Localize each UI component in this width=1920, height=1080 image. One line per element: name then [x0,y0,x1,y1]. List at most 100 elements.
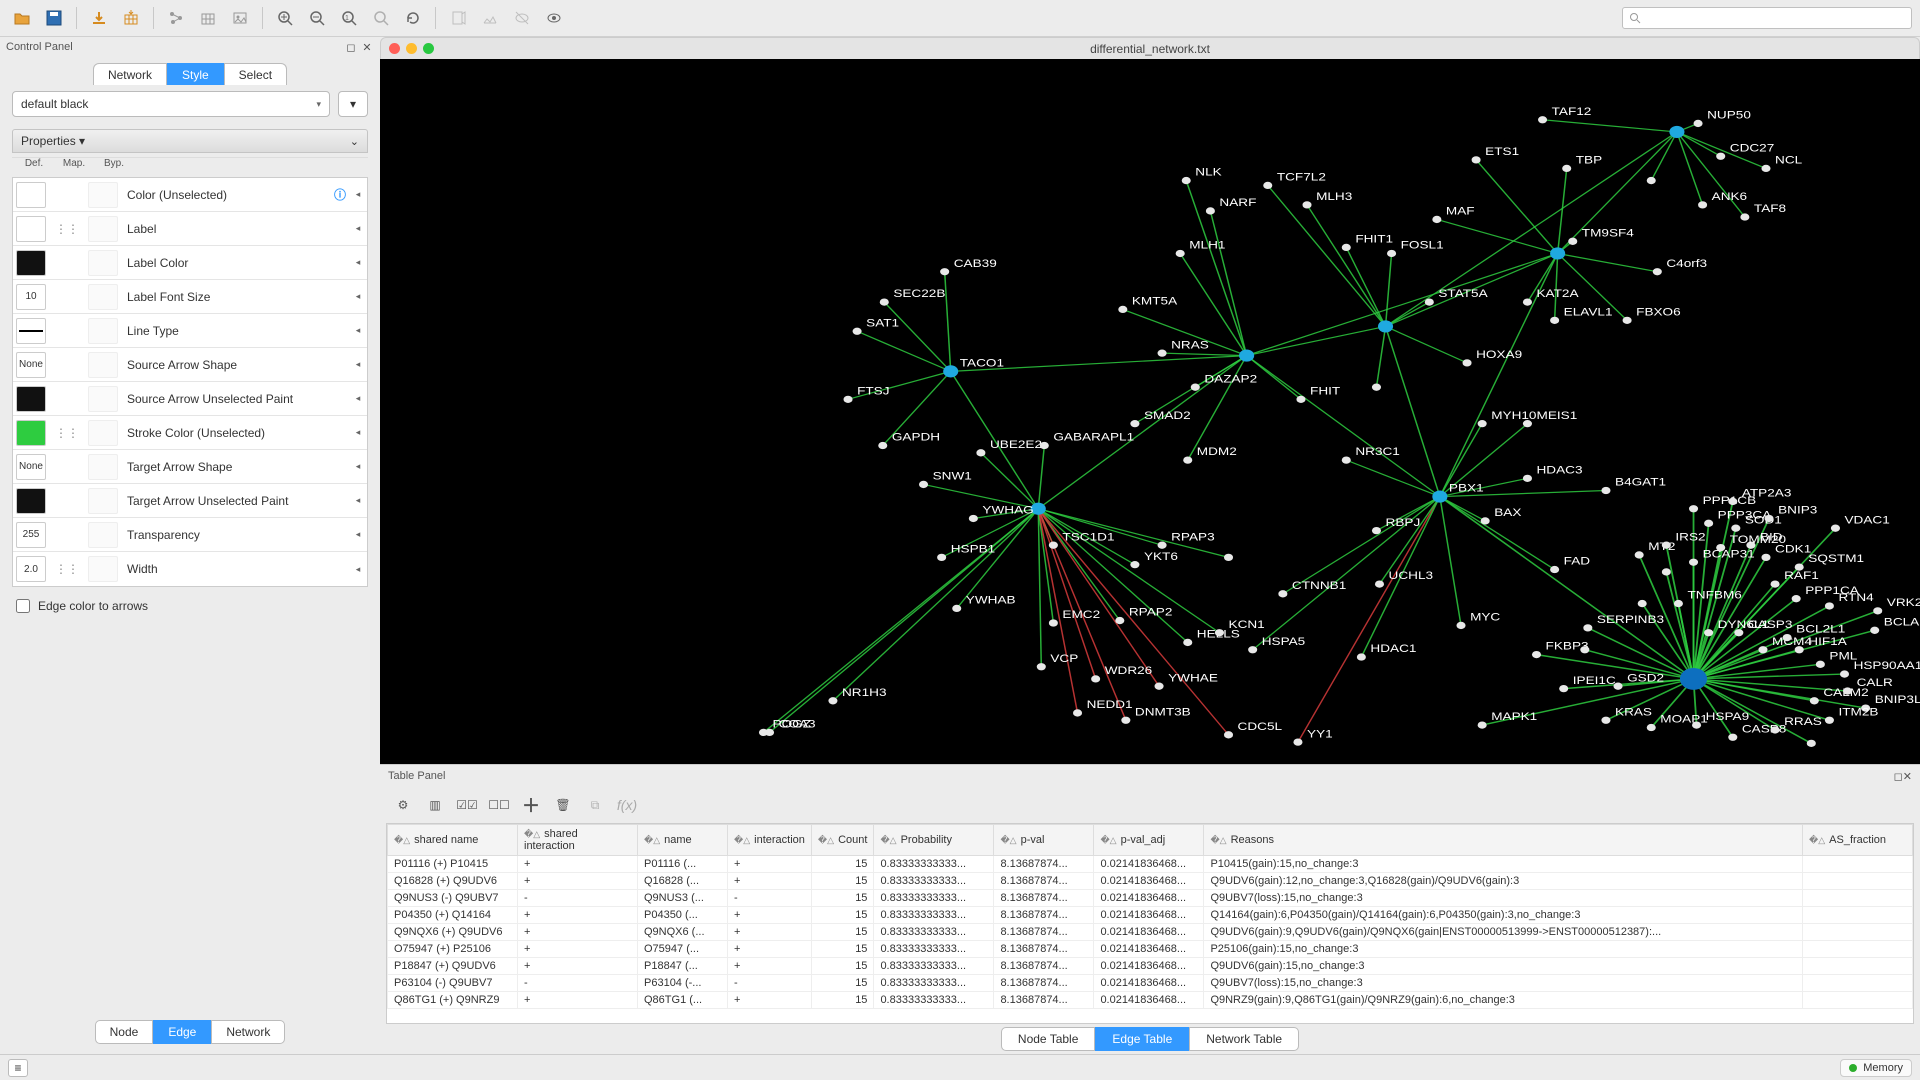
deselect-all-icon[interactable]: ☐☐ [488,794,510,816]
bypass-swatch[interactable] [88,352,118,378]
default-swatch[interactable]: None [16,352,46,378]
default-swatch[interactable]: None [16,454,46,480]
default-swatch[interactable] [16,318,46,344]
bypass-swatch[interactable] [88,182,118,208]
job-list-icon[interactable]: ≡ [8,1059,28,1077]
expand-arrow-icon[interactable]: ◂ [349,495,367,506]
link-icon[interactable]: ⧉ [584,794,606,816]
property-row[interactable]: ⋮⋮Stroke Color (Unselected)◂ [13,416,367,450]
expand-arrow-icon[interactable]: ◂ [349,461,367,472]
function-builder-icon[interactable]: f(x) [616,794,638,816]
property-row[interactable]: Source Arrow Unselected Paint◂ [13,382,367,416]
style-tab-node[interactable]: Node [95,1020,154,1044]
close-table-icon[interactable]: ✕ [1903,770,1912,783]
float-window-icon[interactable]: ◻ [344,40,358,54]
hide-selected-icon[interactable] [476,4,504,32]
expand-arrow-icon[interactable]: ◂ [349,564,367,575]
bypass-swatch[interactable] [88,386,118,412]
style-options-dropdown[interactable]: ▾ [338,91,368,117]
bypass-swatch[interactable] [88,216,118,242]
zoom-fit-icon[interactable]: 1 [335,4,363,32]
delete-column-icon[interactable]: 🗑 [552,794,574,816]
table-row[interactable]: P01116 (+) P10415+P01116 (...+150.833333… [388,856,1913,873]
bypass-swatch[interactable] [88,522,118,548]
mapping-handle[interactable] [52,352,82,378]
column-header[interactable]: �△AS_fraction [1803,825,1913,856]
default-swatch[interactable]: 10 [16,284,46,310]
add-column-icon[interactable]: ＋ [520,794,542,816]
tab-style[interactable]: Style [167,63,224,86]
data-grid[interactable]: �△shared name�△shared interaction�△name �… [386,823,1914,1024]
default-swatch[interactable] [16,216,46,242]
columns-icon[interactable]: ▥ [424,794,446,816]
column-header[interactable]: �△Count [811,825,874,856]
mapping-handle[interactable] [52,488,82,514]
toolbar-search[interactable] [1622,7,1912,29]
default-swatch[interactable] [16,386,46,412]
mapping-handle[interactable]: ⋮⋮ [52,216,82,242]
property-row[interactable]: Target Arrow Unselected Paint◂ [13,484,367,518]
gear-icon[interactable]: ⚙ [392,794,414,816]
bypass-swatch[interactable] [88,454,118,480]
default-swatch[interactable]: 255 [16,522,46,548]
column-header[interactable]: �△p-val_adj [1094,825,1204,856]
column-header[interactable]: �△Probability [874,825,994,856]
bypass-swatch[interactable] [88,556,118,582]
select-all-icon[interactable]: ☑☑ [456,794,478,816]
maximize-icon[interactable] [423,43,434,54]
expand-arrow-icon[interactable]: ◂ [349,257,367,268]
tab-network[interactable]: Network [93,63,167,86]
expand-arrow-icon[interactable]: ◂ [349,529,367,540]
property-row[interactable]: Color (Unselected)ⓘ◂ [13,178,367,212]
import-table-icon[interactable] [117,4,145,32]
tab-network-table[interactable]: Network Table [1189,1027,1299,1051]
expand-arrow-icon[interactable]: ◂ [349,359,367,370]
column-header[interactable]: �△name [638,825,728,856]
properties-header[interactable]: Properties ▾ ⌄ [12,129,368,153]
show-hidden-icon[interactable] [508,4,536,32]
mapping-handle[interactable] [52,182,82,208]
mapping-handle[interactable] [52,522,82,548]
float-table-icon[interactable]: ◻ [1894,770,1903,783]
mapping-handle[interactable] [52,454,82,480]
bypass-swatch[interactable] [88,250,118,276]
mapping-handle[interactable]: ⋮⋮ [52,420,82,446]
property-row[interactable]: 2.0⋮⋮Width◂ [13,552,367,586]
default-swatch[interactable] [16,182,46,208]
expand-arrow-icon[interactable]: ◂ [349,189,367,200]
export-image-icon[interactable] [226,4,254,32]
table-row[interactable]: P04350 (+) Q14164+P04350 (...+150.833333… [388,907,1913,924]
table-row[interactable]: Q86TG1 (+) Q9NRZ9+Q86TG1 (...+150.833333… [388,992,1913,1009]
default-swatch[interactable] [16,488,46,514]
table-row[interactable]: P63104 (-) Q9UBV7-P63104 (-...-150.83333… [388,975,1913,992]
import-network-icon[interactable] [85,4,113,32]
style-tab-network[interactable]: Network [211,1020,285,1044]
expand-arrow-icon[interactable]: ◂ [349,427,367,438]
column-header[interactable]: �△shared interaction [518,825,638,856]
expand-arrow-icon[interactable]: ◂ [349,291,367,302]
property-row[interactable]: Line Type◂ [13,314,367,348]
column-header[interactable]: �△shared name [388,825,518,856]
memory-indicator[interactable]: Memory [1840,1059,1912,1077]
property-row[interactable]: NoneTarget Arrow Shape◂ [13,450,367,484]
default-swatch[interactable]: 2.0 [16,556,46,582]
default-swatch[interactable] [16,420,46,446]
table-row[interactable]: Q16828 (+) Q9UDV6+Q16828 (...+150.833333… [388,873,1913,890]
table-row[interactable]: O75947 (+) P25106+O75947 (...+150.833333… [388,941,1913,958]
search-input[interactable] [1645,12,1905,24]
style-tab-edge[interactable]: Edge [153,1020,211,1044]
mapping-handle[interactable] [52,250,82,276]
mapping-handle[interactable] [52,386,82,412]
property-row[interactable]: NoneSource Arrow Shape◂ [13,348,367,382]
tab-select[interactable]: Select [224,63,287,86]
export-table-icon[interactable] [194,4,222,32]
expand-arrow-icon[interactable]: ◂ [349,325,367,336]
first-neighbors-icon[interactable] [444,4,472,32]
zoom-out-icon[interactable] [303,4,331,32]
refresh-icon[interactable] [399,4,427,32]
table-row[interactable]: P18847 (+) Q9UDV6+P18847 (...+150.833333… [388,958,1913,975]
export-network-icon[interactable] [162,4,190,32]
save-session-icon[interactable] [40,4,68,32]
column-header[interactable]: �△p-val [994,825,1094,856]
table-row[interactable]: Q9NQX6 (+) Q9UDV6+Q9NQX6 (...+150.833333… [388,924,1913,941]
